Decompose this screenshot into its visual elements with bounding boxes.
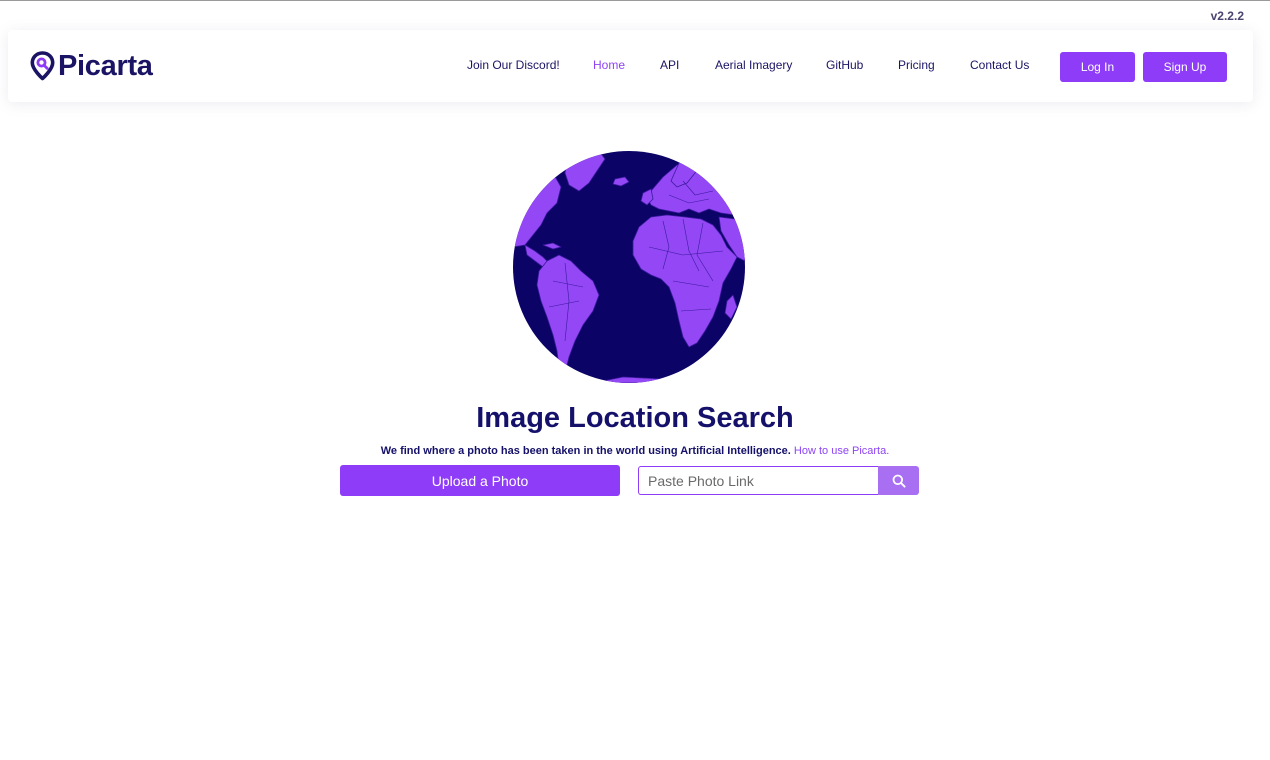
nav-link-aerial-imagery[interactable]: Aerial Imagery (715, 58, 792, 72)
photo-link-input[interactable] (638, 466, 878, 495)
signup-button[interactable]: Sign Up (1143, 52, 1227, 82)
navbar: Picarta Join Our Discord! Home API Aeria… (8, 30, 1253, 102)
page: v2.2.2 Picarta Join Our Discord! Home AP… (0, 0, 1270, 760)
nav-link-contact[interactable]: Contact Us (970, 58, 1029, 72)
hero-subtitle: We find where a photo has been taken in … (0, 445, 1270, 457)
top-divider (0, 0, 1270, 1)
globe-icon (513, 151, 745, 383)
hero-subtitle-text: We find where a photo has been taken in … (380, 445, 791, 457)
how-to-use-link[interactable]: How to use Picarta. (794, 445, 889, 457)
nav-link-pricing[interactable]: Pricing (898, 58, 935, 72)
upload-photo-button[interactable]: Upload a Photo (340, 465, 620, 496)
version-label: v2.2.2 (1210, 9, 1244, 23)
nav-links: Join Our Discord! Home API Aerial Imager… (8, 30, 1253, 102)
nav-link-home[interactable]: Home (593, 58, 625, 72)
nav-link-discord[interactable]: Join Our Discord! (467, 58, 560, 72)
page-title: Image Location Search (476, 402, 794, 434)
login-button[interactable]: Log In (1060, 52, 1135, 82)
search-button[interactable] (878, 466, 919, 495)
nav-link-github[interactable]: GitHub (826, 58, 863, 72)
nav-link-api[interactable]: API (660, 58, 679, 72)
search-icon (892, 474, 906, 488)
